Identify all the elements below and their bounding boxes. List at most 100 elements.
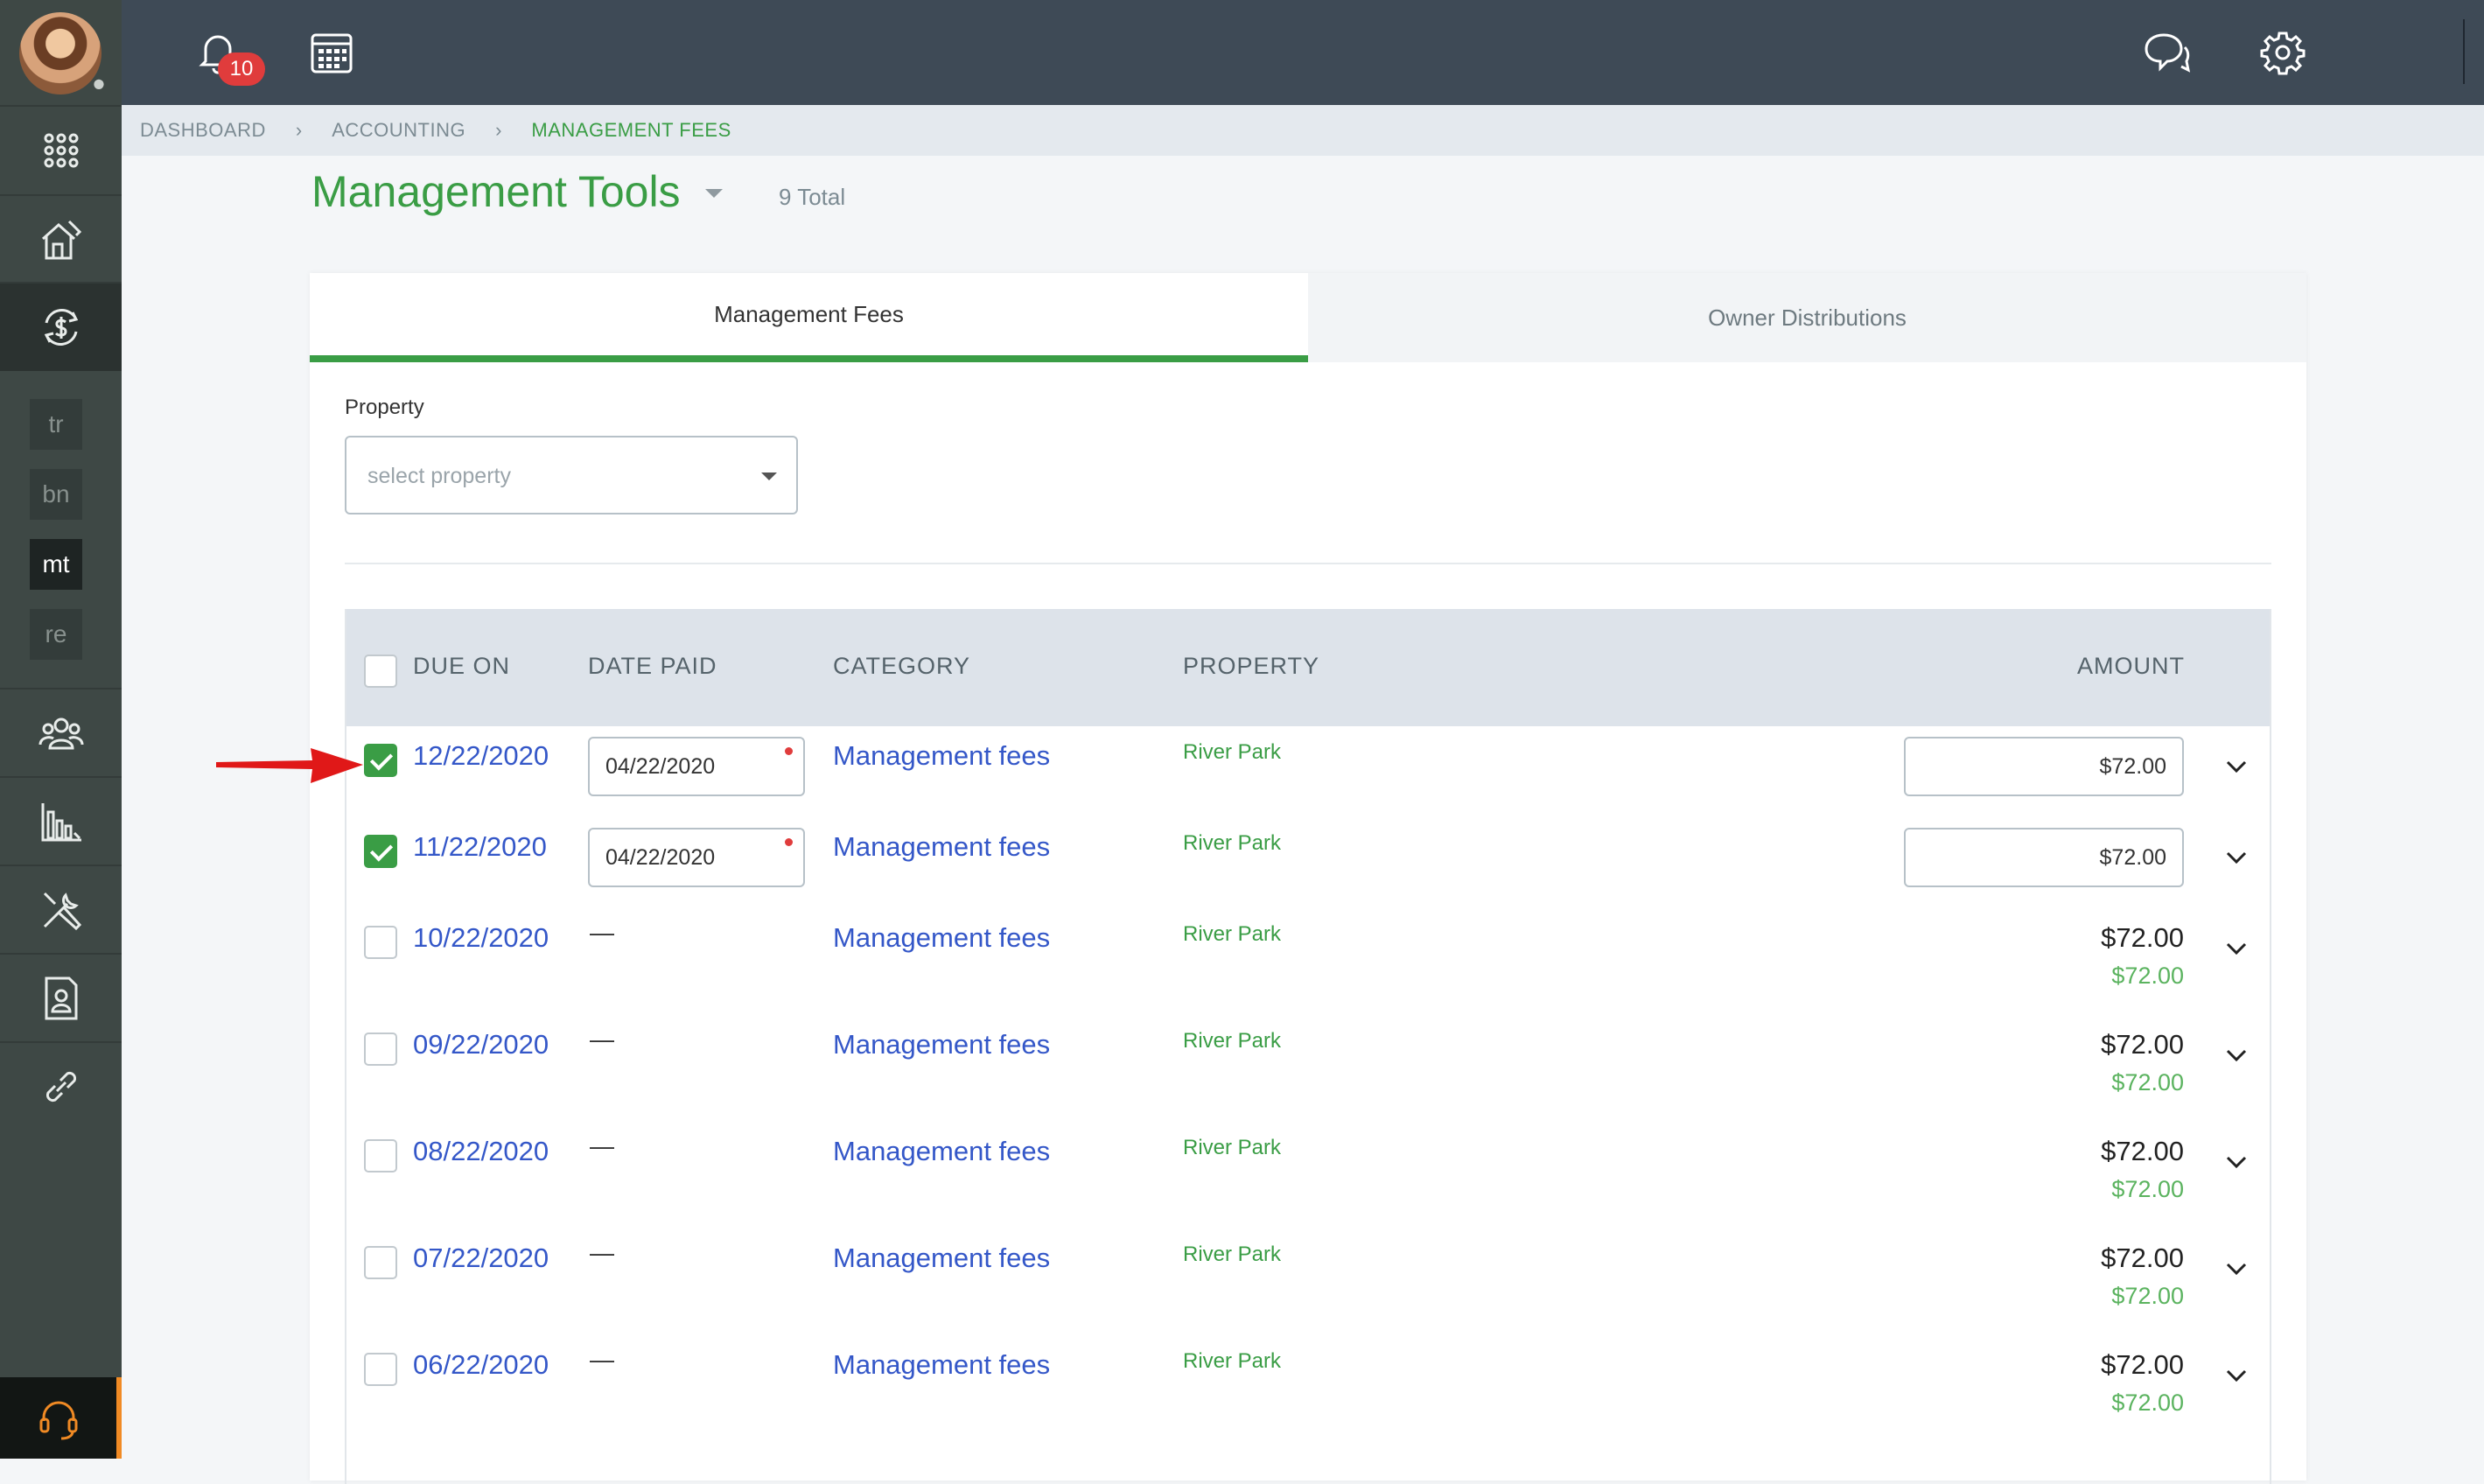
- chevron-down-icon[interactable]: [2224, 754, 2249, 779]
- property-link[interactable]: River Park: [1183, 740, 1281, 765]
- property-link[interactable]: River Park: [1183, 922, 1281, 947]
- amount-input[interactable]: $72.00: [1904, 737, 2184, 796]
- sidebar-tag-tr[interactable]: tr: [30, 399, 82, 450]
- column-amount[interactable]: AMOUNT: [2077, 653, 2185, 680]
- chevron-down-icon[interactable]: [2224, 1256, 2249, 1281]
- category-link[interactable]: Management fees: [833, 831, 1050, 863]
- row-checkbox[interactable]: [364, 835, 397, 868]
- category-link[interactable]: Management fees: [833, 1029, 1050, 1060]
- amount-value: $72.00: [2101, 1136, 2184, 1166]
- notification-count-badge[interactable]: 10: [218, 52, 265, 86]
- property-select-placeholder: select property: [367, 464, 511, 488]
- property-filter-label: Property: [345, 396, 424, 419]
- contacts-card-icon[interactable]: [0, 953, 122, 1042]
- due-date-link[interactable]: 07/22/2020: [413, 1242, 549, 1274]
- breadcrumb: DASHBOARD › ACCOUNTING › MANAGEMENT FEES: [122, 105, 2484, 156]
- due-date-link[interactable]: 10/22/2020: [413, 922, 549, 954]
- row-checkbox[interactable]: [364, 926, 397, 959]
- divider: [345, 563, 2271, 564]
- total-count: 9 Total: [779, 184, 846, 210]
- row-checkbox[interactable]: [364, 1246, 397, 1279]
- category-link[interactable]: Management fees: [833, 1242, 1050, 1274]
- people-icon[interactable]: [0, 688, 122, 777]
- due-date-link[interactable]: 08/22/2020: [413, 1136, 549, 1167]
- topbar-divider: [2463, 19, 2465, 84]
- tab-owner-distributions[interactable]: Owner Distributions: [1308, 273, 2306, 362]
- chevron-right-icon: ›: [495, 119, 502, 141]
- category-link[interactable]: Management fees: [833, 922, 1050, 954]
- amount-subvalue: $72.00: [2111, 1176, 2184, 1202]
- chevron-down-icon[interactable]: [2224, 1043, 2249, 1068]
- breadcrumb-management-fees: MANAGEMENT FEES: [531, 119, 731, 141]
- fees-table: DUE ON DATE PAID CATEGORY PROPERTY AMOUN…: [345, 609, 2271, 1484]
- sidebar-tag-mt[interactable]: mt: [30, 539, 82, 590]
- link-icon[interactable]: [0, 1041, 122, 1130]
- property-link[interactable]: River Park: [1183, 1242, 1281, 1267]
- top-bar: 10: [122, 0, 2484, 105]
- amount-value: $72.00: [2101, 1242, 2184, 1273]
- date-paid-input[interactable]: 04/22/2020: [588, 737, 805, 796]
- amount-input[interactable]: $72.00: [1904, 828, 2184, 887]
- chevron-down-icon[interactable]: [2224, 845, 2249, 870]
- date-paid-empty: —: [590, 1132, 614, 1159]
- chevron-down-icon[interactable]: [2224, 1150, 2249, 1174]
- chevron-down-icon[interactable]: [2224, 1363, 2249, 1388]
- property-link[interactable]: River Park: [1183, 1136, 1281, 1160]
- row-checkbox[interactable]: [364, 1353, 397, 1386]
- date-paid-empty: —: [590, 1346, 614, 1373]
- date-paid-input[interactable]: 04/22/2020: [588, 828, 805, 887]
- accounting-money-icon[interactable]: [0, 282, 122, 371]
- chevron-down-icon[interactable]: [2224, 936, 2249, 961]
- user-avatar[interactable]: [19, 12, 101, 94]
- due-date-link[interactable]: 12/22/2020: [413, 740, 549, 772]
- left-sidebar: ● tr bn mt re: [0, 0, 122, 1459]
- column-date-paid[interactable]: DATE PAID: [588, 653, 717, 680]
- sidebar-tag-re[interactable]: re: [30, 609, 82, 660]
- category-link[interactable]: Management fees: [833, 1136, 1050, 1167]
- apps-grid-icon[interactable]: [0, 105, 122, 194]
- column-due-on[interactable]: DUE ON: [413, 653, 510, 680]
- column-property[interactable]: PROPERTY: [1183, 653, 1319, 680]
- table-header: DUE ON DATE PAID CATEGORY PROPERTY AMOUN…: [346, 609, 2270, 726]
- column-category[interactable]: CATEGORY: [833, 653, 970, 680]
- amount-subvalue: $72.00: [2111, 1390, 2184, 1416]
- due-date-link[interactable]: 06/22/2020: [413, 1349, 549, 1381]
- row-checkbox[interactable]: [364, 1032, 397, 1066]
- caret-down-icon[interactable]: [705, 189, 723, 198]
- category-link[interactable]: Management fees: [833, 740, 1050, 772]
- tab-management-fees[interactable]: Management Fees: [310, 273, 1308, 362]
- management-fees-card: Management Fees Owner Distributions Prop…: [310, 273, 2306, 1484]
- property-select[interactable]: select property: [345, 436, 798, 514]
- select-all-checkbox[interactable]: [364, 654, 397, 688]
- date-paid-empty: —: [590, 1026, 614, 1053]
- date-paid-empty: —: [590, 919, 614, 946]
- gear-icon[interactable]: [2257, 26, 2309, 79]
- chat-icon[interactable]: [2141, 26, 2194, 79]
- caret-down-icon: [761, 472, 777, 480]
- due-date-link[interactable]: 09/22/2020: [413, 1029, 549, 1060]
- property-link[interactable]: River Park: [1183, 1349, 1281, 1374]
- category-link[interactable]: Management fees: [833, 1349, 1050, 1381]
- page-title[interactable]: Management Tools: [311, 166, 681, 217]
- date-paid-empty: —: [590, 1239, 614, 1266]
- amount-subvalue: $72.00: [2111, 1283, 2184, 1309]
- breadcrumb-dashboard[interactable]: DASHBOARD: [140, 119, 266, 142]
- reports-bar-chart-icon[interactable]: [0, 776, 122, 865]
- chevron-right-icon: ›: [295, 119, 303, 141]
- properties-house-icon[interactable]: [0, 194, 122, 284]
- support-headset-icon[interactable]: [0, 1377, 122, 1459]
- sidebar-tag-bn[interactable]: bn: [30, 469, 82, 520]
- amount-subvalue: $72.00: [2111, 1069, 2184, 1096]
- amount-subvalue: $72.00: [2111, 962, 2184, 989]
- property-link[interactable]: River Park: [1183, 1029, 1281, 1054]
- row-checkbox[interactable]: [364, 744, 397, 777]
- row-checkbox[interactable]: [364, 1139, 397, 1172]
- calendar-icon[interactable]: [305, 26, 358, 79]
- due-date-link[interactable]: 11/22/2020: [413, 831, 547, 863]
- maintenance-tools-icon[interactable]: [0, 864, 122, 954]
- amount-value: $72.00: [2101, 922, 2184, 953]
- annotation-arrow-icon: [216, 748, 363, 783]
- amount-value: $72.00: [2101, 1029, 2184, 1060]
- breadcrumb-accounting[interactable]: ACCOUNTING: [332, 119, 465, 142]
- property-link[interactable]: River Park: [1183, 831, 1281, 856]
